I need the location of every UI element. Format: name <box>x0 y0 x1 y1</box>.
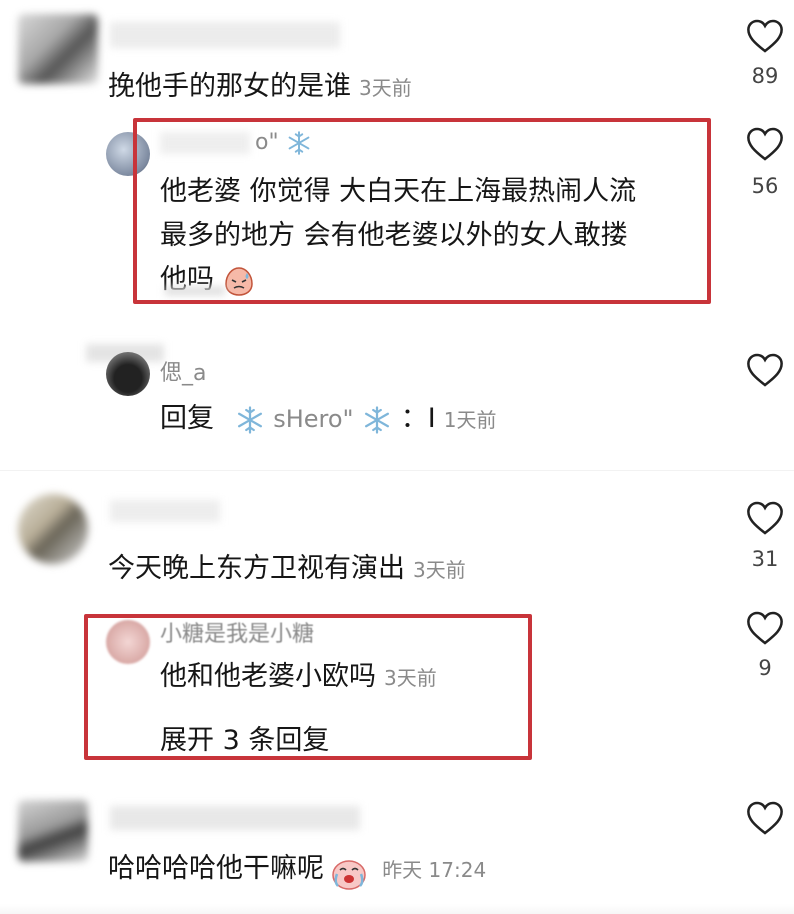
like-count: 89 <box>751 64 779 88</box>
heart-outline-icon[interactable] <box>746 610 784 646</box>
comment-text: 挽他手的那女的是谁 <box>108 71 351 102</box>
username-blurred[interactable] <box>110 806 360 830</box>
like-count: 9 <box>758 656 772 680</box>
reply-colon: ： <box>400 403 428 434</box>
comment-time: 昨天 17:24 <box>382 858 487 882</box>
reply-label: 回复 <box>160 403 214 434</box>
heart-outline-icon[interactable] <box>746 800 784 836</box>
highlight-box <box>84 614 532 760</box>
avatar-blurred[interactable] <box>18 800 88 862</box>
reply-body: 回复 sHero" ：I 1天前 <box>160 396 496 435</box>
heart-outline-icon[interactable] <box>746 352 784 388</box>
heart-outline-icon[interactable] <box>746 126 784 162</box>
comment-body: 挽他手的那女的是谁 3天前 <box>108 64 412 103</box>
avatar[interactable] <box>106 352 150 396</box>
bottom-edge <box>0 904 794 914</box>
highlight-box <box>133 118 711 304</box>
snowflake-icon <box>237 405 262 434</box>
comment-body: 哈哈哈哈他干嘛呢 昨天 17:24 <box>108 846 486 892</box>
reply-text: I <box>427 403 436 434</box>
username-blurred[interactable] <box>110 22 340 48</box>
heart-outline-icon[interactable] <box>746 500 784 536</box>
comment-text: 哈哈哈哈他干嘛呢 <box>108 853 324 884</box>
heart-outline-icon[interactable] <box>746 18 784 54</box>
reply-time: 1天前 <box>443 408 497 432</box>
username-blurred[interactable] <box>110 500 220 522</box>
reply-target-name[interactable]: sHero" <box>273 405 353 433</box>
avatar-blurred[interactable] <box>18 14 98 84</box>
comment-time: 3天前 <box>413 558 466 582</box>
comment-text: 今天晚上东方卫视有演出 <box>108 553 405 584</box>
like-count: 56 <box>751 174 779 198</box>
divider <box>0 470 794 471</box>
comment-body: 今天晚上东方卫视有演出 3天前 <box>108 546 466 585</box>
comment-time: 3天前 <box>359 76 412 100</box>
crying-face-icon <box>332 859 366 890</box>
like-count: 31 <box>751 547 779 571</box>
snowflake-icon <box>365 405 390 434</box>
reply-username[interactable]: 偲_a <box>160 355 206 387</box>
avatar-blurred[interactable] <box>18 494 88 564</box>
